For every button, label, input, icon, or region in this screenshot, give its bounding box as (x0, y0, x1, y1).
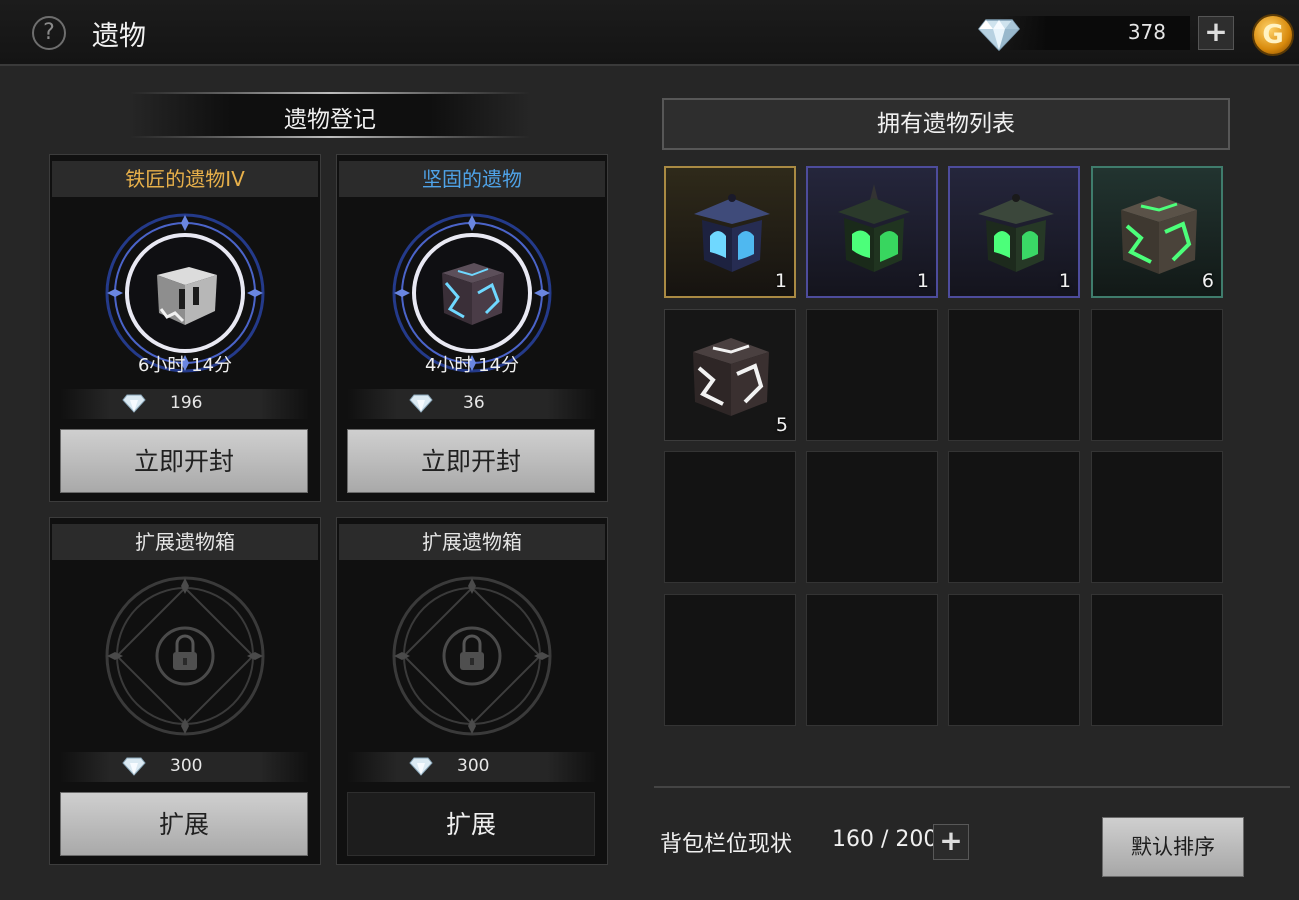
price-bar: 36 (347, 389, 597, 419)
green-cube-relic-icon (1121, 196, 1197, 274)
inventory-slot-empty[interactable] (664, 594, 796, 726)
inventory-slot-empty[interactable] (948, 451, 1080, 583)
expand-cost: 300 (457, 756, 490, 776)
relic-slot-name: 坚固的遗物 (339, 161, 605, 197)
inventory-slot-empty[interactable] (1091, 309, 1223, 441)
inventory-slot[interactable]: 1 (948, 166, 1080, 298)
registration-title: 遗物登记 (284, 107, 376, 133)
inventory-slot-empty[interactable] (806, 309, 938, 441)
inventory-capacity-value: 160 / 200 (832, 827, 938, 852)
white-cube-relic-icon (693, 338, 769, 416)
relic-slot-name: 铁匠的遗物IV (52, 161, 318, 197)
inventory-slot-empty[interactable] (948, 309, 1080, 441)
expand-slot-card: 扩展遗物箱 300 扩展 (336, 517, 608, 865)
open-cost: 36 (463, 393, 485, 413)
relic-slot-card: 坚固的遗物 4小时 14分 36 立即开封 (336, 154, 608, 502)
owned-relics-header: 拥有遗物列表 (662, 98, 1230, 150)
inventory-slot[interactable]: 5 (664, 309, 796, 441)
expand-slot-name: 扩展遗物箱 (339, 524, 605, 560)
expand-button[interactable]: 扩展 (60, 792, 308, 856)
blue-lantern-relic-icon (694, 194, 770, 272)
default-sort-button[interactable]: 默认排序 (1102, 817, 1244, 877)
inventory-slot-empty[interactable] (806, 451, 938, 583)
item-count: 1 (916, 270, 929, 292)
item-count: 5 (775, 414, 788, 436)
diamond-icon (409, 394, 433, 413)
inventory-slot-empty[interactable] (664, 451, 796, 583)
diamond-icon (122, 394, 146, 413)
inventory-slot-empty[interactable] (948, 594, 1080, 726)
inventory-slot[interactable]: 6 (1091, 166, 1223, 298)
green-shrine-relic-icon (838, 184, 910, 272)
item-count: 1 (774, 270, 787, 292)
lock-icon (105, 576, 265, 736)
expand-inventory-button[interactable]: + (933, 824, 969, 860)
inventory-slot-empty[interactable] (806, 594, 938, 726)
inventory-slot-empty[interactable] (1091, 594, 1223, 726)
item-count: 6 (1201, 270, 1214, 292)
relic-slot-card: 铁匠的遗物IV 6小时 14分 196 立即开封 (49, 154, 321, 502)
page-title: 遗物 (92, 21, 146, 52)
diamond-icon (122, 757, 146, 776)
price-bar: 196 (60, 389, 310, 419)
top-bar: ? 遗物 378 + G (0, 0, 1299, 66)
expand-slot-card: 扩展遗物箱 300 扩展 (49, 517, 321, 865)
inventory-capacity-label: 背包栏位现状 (660, 832, 793, 857)
price-bar: 300 (347, 752, 597, 782)
diamond-icon (409, 757, 433, 776)
lock-icon (392, 576, 552, 736)
registration-header: 遗物登记 (130, 92, 530, 138)
iron-relic-box-icon (105, 213, 265, 373)
diamond-icon (978, 19, 1020, 52)
green-lantern-relic-icon (978, 194, 1054, 272)
inventory-slot[interactable]: 1 (664, 166, 796, 298)
price-bar: 300 (60, 752, 310, 782)
divider (654, 786, 1290, 788)
item-count: 1 (1058, 270, 1071, 292)
inventory-slot[interactable]: 1 (806, 166, 938, 298)
expand-slot-name: 扩展遗物箱 (52, 524, 318, 560)
open-now-button[interactable]: 立即开封 (60, 429, 308, 493)
expand-button[interactable]: 扩展 (347, 792, 595, 856)
add-gems-button[interactable]: + (1198, 16, 1234, 50)
open-cost: 196 (170, 393, 203, 413)
relic-timer: 4小时 14分 (424, 355, 520, 376)
expand-cost: 300 (170, 756, 203, 776)
gem-count: 378 (1127, 20, 1166, 44)
gem-balance-bar: 378 (1000, 16, 1190, 50)
relic-timer: 6小时 14分 (137, 355, 233, 376)
open-now-button[interactable]: 立即开封 (347, 429, 595, 493)
gold-coin-icon[interactable]: G (1252, 14, 1294, 56)
help-button[interactable]: ? (32, 16, 66, 50)
sturdy-relic-box-icon (392, 213, 552, 373)
inventory-slot-empty[interactable] (1091, 451, 1223, 583)
